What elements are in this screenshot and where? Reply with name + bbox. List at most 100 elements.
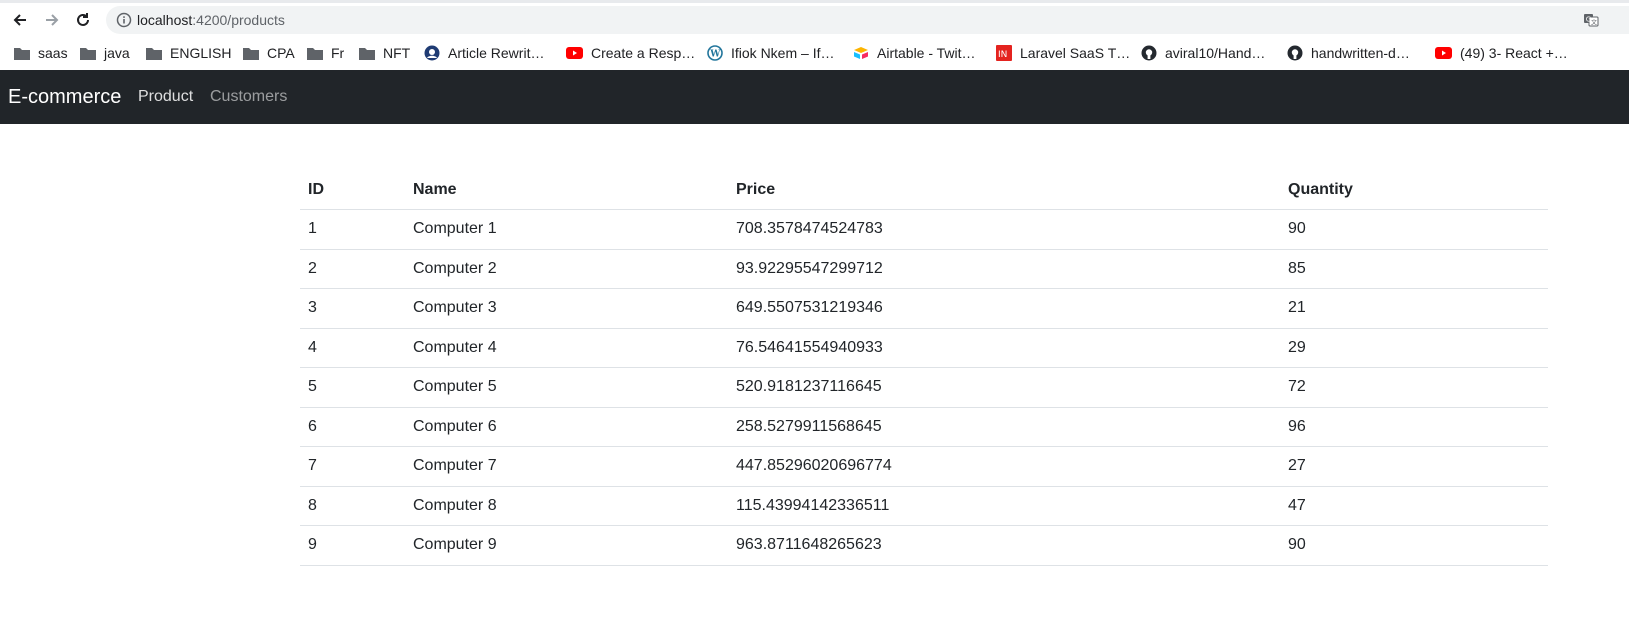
bookmark-article-rewriter[interactable]: Article Rewrit… <box>424 44 544 62</box>
bookmark-label: Create a Resp… <box>591 45 696 61</box>
column-header-quantity: Quantity <box>1280 170 1548 210</box>
bookmark-cpa[interactable]: CPA <box>243 44 295 62</box>
cell-name: Computer 4 <box>405 328 728 368</box>
cell-id: 7 <box>300 446 405 487</box>
table-row: 2 Computer 2 93.92295547299712 85 <box>300 249 1548 289</box>
table-row: 6 Computer 6 258.5279911568645 96 <box>300 407 1548 447</box>
column-header-id: ID <box>300 170 405 210</box>
cell-name: Computer 8 <box>405 486 728 526</box>
github-icon <box>1141 45 1157 61</box>
cell-id: 3 <box>300 288 405 329</box>
bookmark-label: Ifiok Nkem – If… <box>731 45 835 61</box>
cell-name: Computer 3 <box>405 288 728 329</box>
bookmark-laravel-saas[interactable]: IN Laravel SaaS T… <box>996 44 1130 62</box>
bookmark-fr[interactable]: Fr <box>307 44 344 62</box>
back-button[interactable] <box>10 10 30 30</box>
cell-price: 520.9181237116645 <box>728 367 1280 408</box>
cell-id: 2 <box>300 249 405 289</box>
bookmark-english[interactable]: ENGLISH <box>146 44 231 62</box>
url-text[interactable]: localhost:4200/products <box>137 12 285 28</box>
browser-toolbar: localhost:4200/products G文 <box>0 0 1629 40</box>
translate-icon[interactable]: G文 <box>1583 12 1599 28</box>
cell-price: 258.5279911568645 <box>728 407 1280 447</box>
cell-name: Computer 9 <box>405 525 728 566</box>
laravel-icon: IN <box>996 45 1012 61</box>
table-row: 5 Computer 5 520.9181237116645 72 <box>300 367 1548 408</box>
cell-quantity: 27 <box>1280 446 1548 487</box>
url-host: localhost <box>137 12 193 28</box>
products-table: ID Name Price Quantity 1 Computer 1 708.… <box>300 170 1548 566</box>
bookmark-label: Laravel SaaS T… <box>1020 45 1131 61</box>
info-icon[interactable] <box>116 12 132 28</box>
table-row: 7 Computer 7 447.85296020696774 27 <box>300 446 1548 487</box>
bookmark-label: Article Rewrit… <box>448 45 545 61</box>
folder-icon <box>359 48 375 60</box>
address-bar[interactable]: localhost:4200/products G文 <box>106 6 1629 34</box>
cell-price: 708.3578474524783 <box>728 209 1280 250</box>
cell-quantity: 72 <box>1280 367 1548 408</box>
table-row: 4 Computer 4 76.54641554940933 29 <box>300 328 1548 368</box>
nav-link-customers[interactable]: Customers <box>210 88 287 106</box>
table-row: 9 Computer 9 963.8711648265623 90 <box>300 525 1548 566</box>
airtable-icon <box>854 47 868 59</box>
bookmark-label: saas <box>38 45 68 61</box>
table-row: 1 Computer 1 708.3578474524783 90 <box>300 209 1548 250</box>
cell-price: 93.92295547299712 <box>728 249 1280 289</box>
bookmark-java[interactable]: java <box>80 44 130 62</box>
folder-icon <box>14 48 30 60</box>
bookmark-handwritten[interactable]: handwritten-d… <box>1287 44 1410 62</box>
cell-name: Computer 2 <box>405 249 728 289</box>
arrow-right-icon <box>46 14 59 26</box>
cell-price: 76.54641554940933 <box>728 328 1280 368</box>
navbar-brand[interactable]: E-commerce <box>8 86 121 109</box>
cell-name: Computer 1 <box>405 209 728 250</box>
forward-button[interactable] <box>42 10 62 30</box>
bookmark-label: Airtable - Twit… <box>877 45 976 61</box>
bookmark-airtable[interactable]: Airtable - Twit… <box>853 44 976 62</box>
bookmark-create-a-resp[interactable]: Create a Resp… <box>566 44 695 62</box>
cell-quantity: 90 <box>1280 525 1548 566</box>
cell-quantity: 96 <box>1280 407 1548 447</box>
column-header-name: Name <box>405 170 728 210</box>
cell-id: 5 <box>300 367 405 408</box>
cell-quantity: 90 <box>1280 209 1548 250</box>
svg-text:文: 文 <box>1591 19 1597 27</box>
cell-quantity: 47 <box>1280 486 1548 526</box>
bookmark-label: Fr <box>331 45 345 61</box>
bookmark-ifiok-nkem[interactable]: W Ifiok Nkem – If… <box>707 44 834 62</box>
cell-quantity: 21 <box>1280 288 1548 329</box>
table-header-row: ID Name Price Quantity <box>300 170 1548 210</box>
cell-price: 447.85296020696774 <box>728 446 1280 487</box>
cell-price: 115.43994142336511 <box>728 486 1280 526</box>
folder-icon <box>243 48 259 60</box>
cell-quantity: 85 <box>1280 249 1548 289</box>
cell-id: 6 <box>300 407 405 447</box>
tab-strip <box>0 0 1629 3</box>
table-row: 3 Computer 3 649.5507531219346 21 <box>300 288 1548 329</box>
bookmark-aviral10[interactable]: aviral10/Hand… <box>1141 44 1265 62</box>
bookmark-react[interactable]: (49) 3- React +… <box>1435 44 1568 62</box>
table-row: 8 Computer 8 115.43994142336511 47 <box>300 486 1548 526</box>
bookmark-label: NFT <box>383 45 411 61</box>
cell-id: 8 <box>300 486 405 526</box>
app-navbar: E-commerce Product Customers <box>0 70 1629 124</box>
site-icon <box>424 45 440 61</box>
nav-link-product[interactable]: Product <box>138 88 193 106</box>
bookmark-label: java <box>104 45 130 61</box>
cell-id: 9 <box>300 525 405 566</box>
arrow-left-icon <box>13 14 26 26</box>
bookmark-label: CPA <box>267 45 295 61</box>
bookmark-saas[interactable]: saas <box>14 44 68 62</box>
cell-name: Computer 7 <box>405 446 728 487</box>
cell-name: Computer 6 <box>405 407 728 447</box>
url-path: :4200/products <box>192 12 285 28</box>
cell-name: Computer 5 <box>405 367 728 408</box>
bookmark-label: handwritten-d… <box>1311 45 1410 61</box>
youtube-icon <box>1435 47 1452 59</box>
folder-icon <box>307 48 323 60</box>
reload-button[interactable] <box>73 10 93 30</box>
bookmark-nft[interactable]: NFT <box>359 44 410 62</box>
folder-icon <box>146 48 162 60</box>
cell-id: 1 <box>300 209 405 250</box>
cell-id: 4 <box>300 328 405 368</box>
